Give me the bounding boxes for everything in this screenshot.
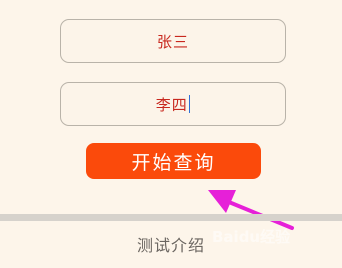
- arrow-pointer-icon: [208, 190, 294, 230]
- watermark-logo: Baidu经验: [212, 228, 291, 246]
- section-title: 测试介绍: [136, 236, 205, 255]
- section-divider: [0, 214, 342, 221]
